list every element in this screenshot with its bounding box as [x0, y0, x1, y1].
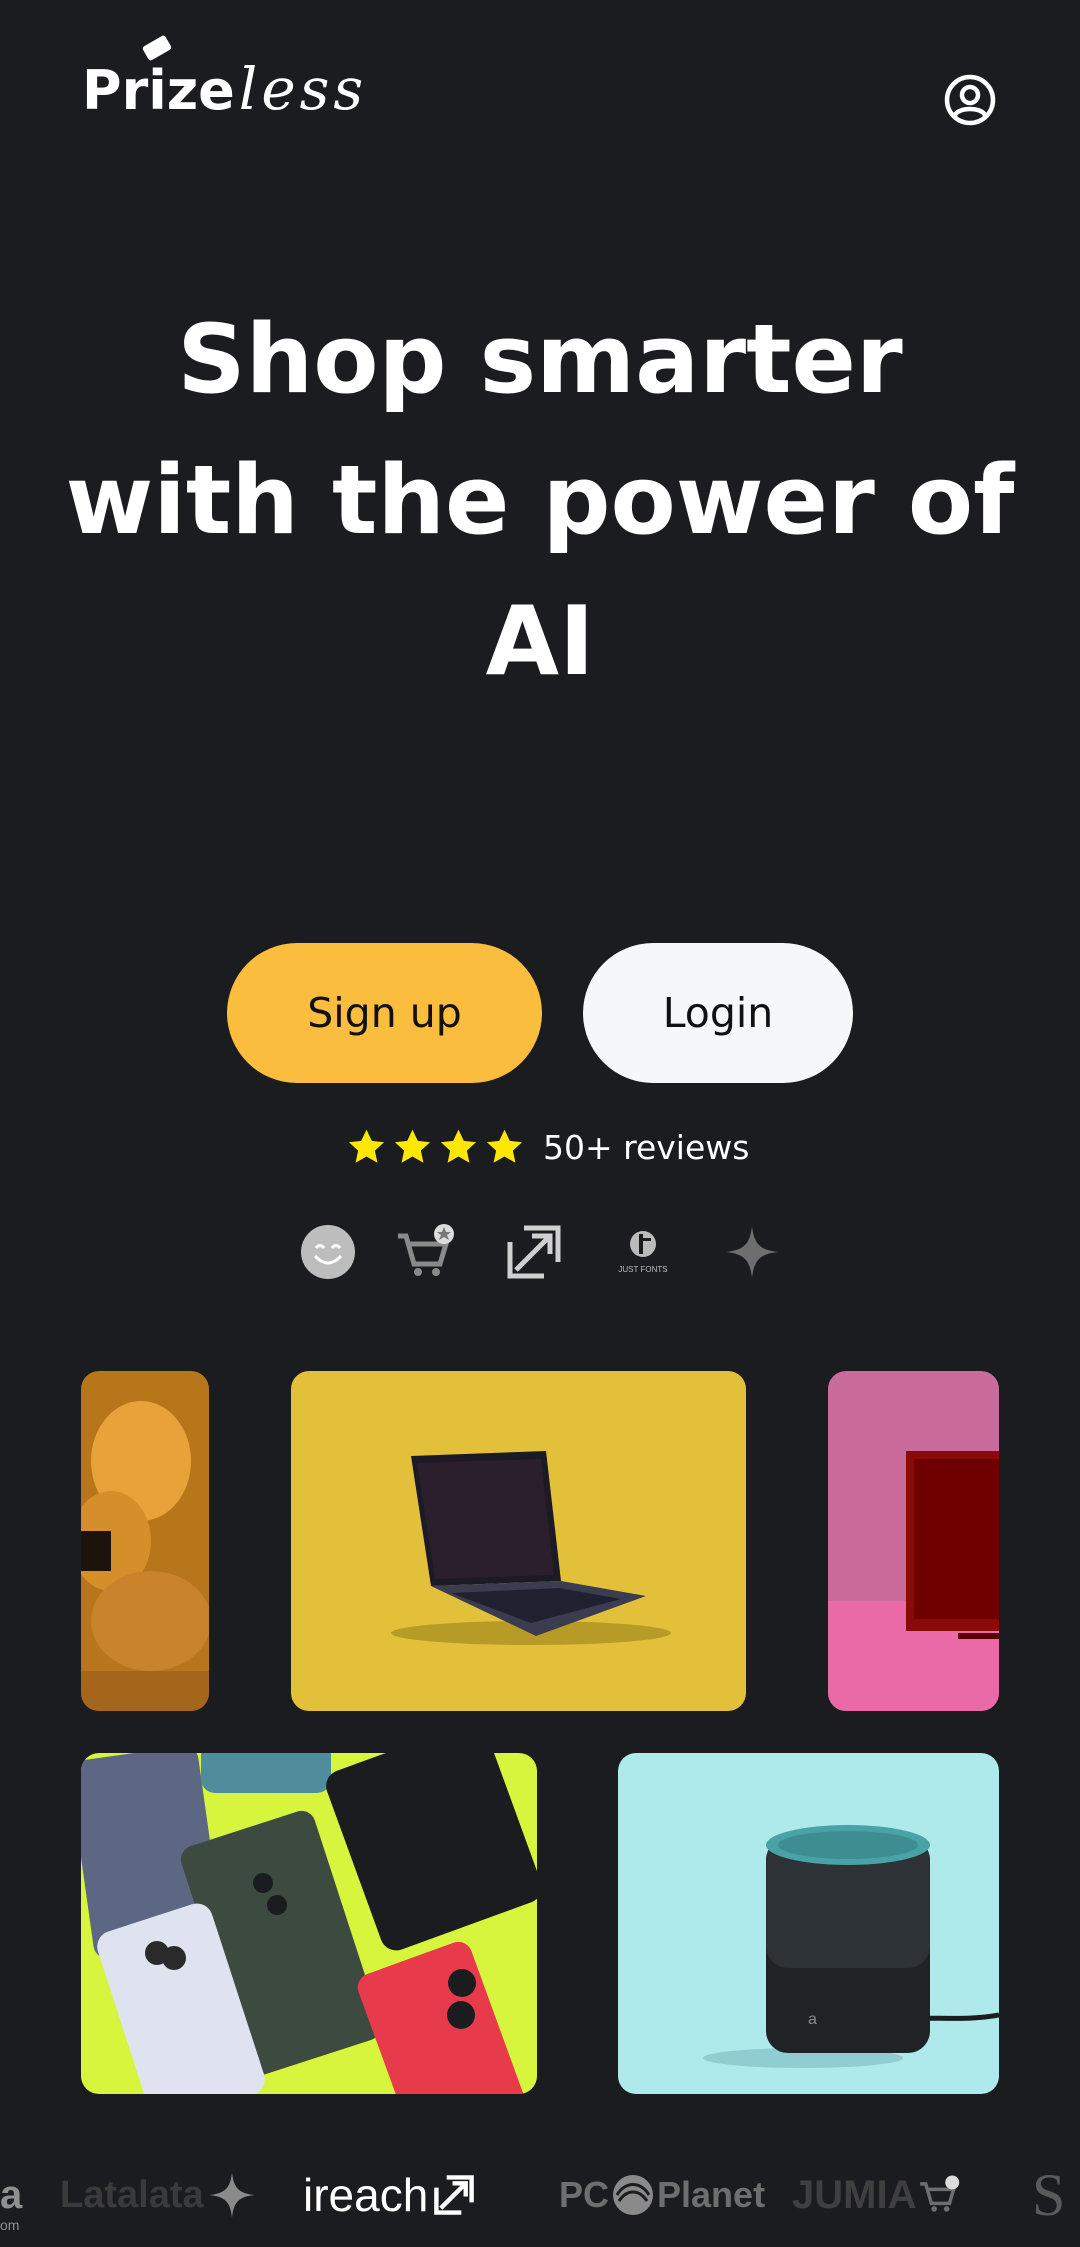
phones-image[interactable] [81, 1753, 537, 2094]
speaker-brand-mark: a [808, 2011, 817, 2028]
brand-ireach-text: ireach [303, 2169, 429, 2221]
hero-line-1: Shop smarter [177, 305, 903, 415]
star-icon [486, 1129, 523, 1163]
just-fonts-logo: JUST FONTS [612, 1222, 674, 1282]
login-button[interactable]: Login [583, 943, 853, 1083]
dust-explosion-image[interactable] [81, 1371, 209, 1711]
smiley-icon [298, 1222, 358, 1282]
expand-arrow-icon [434, 2175, 475, 2215]
brand-latalata: Latalata [60, 2160, 258, 2230]
expand-arrow-icon [504, 1222, 564, 1282]
brand-latalata-text: Latalata [60, 2173, 204, 2216]
speaker-image[interactable]: a [618, 1753, 999, 2094]
hero-line-2: with the power of [65, 446, 1015, 556]
brand-strip: a om Latalata ireach PC Planet JUMIA S [0, 2160, 1080, 2231]
hero-heading: Shop smarter with the power of AI [60, 290, 1020, 713]
reviews-count: 50+ reviews [543, 1127, 750, 1167]
brand-planet-text: Planet [657, 2174, 766, 2215]
hero-line-3: AI [485, 587, 595, 697]
user-circle-icon[interactable] [944, 74, 996, 126]
laptop-image[interactable] [291, 1371, 746, 1711]
logo-wordmark: Prize [82, 59, 235, 122]
cart-star-icon [920, 2175, 960, 2212]
star-icon [440, 1129, 477, 1163]
brand-pc-text: PC [559, 2174, 610, 2215]
star-rating [346, 1127, 525, 1168]
monitor-image[interactable] [828, 1371, 999, 1711]
logo-script: less [238, 55, 368, 123]
brand-jumia-text: JUMIA [792, 2172, 917, 2217]
brand-logo[interactable]: Prize less [82, 34, 368, 123]
brand-jumia: JUMIA [792, 2160, 962, 2230]
brand-s: S [1032, 2161, 1066, 2228]
signup-button[interactable]: Sign up [227, 943, 542, 1083]
just-fonts-text: JUST FONTS [618, 1265, 667, 1274]
planet-swirl-icon [613, 2175, 654, 2215]
brand-pcplanet: PC Planet [559, 2160, 765, 2230]
sparkle-icon [722, 1222, 782, 1282]
brand-a-suffix: om [0, 2217, 20, 2230]
cart-star-icon [392, 1222, 458, 1282]
star-icon [348, 1129, 385, 1163]
price-tag-mark [141, 34, 173, 62]
sparkle-icon [209, 2172, 255, 2218]
star-icon [394, 1129, 431, 1163]
brand-ireach: ireach [303, 2160, 476, 2230]
reviews-summary: 50+ reviews [346, 1118, 749, 1176]
